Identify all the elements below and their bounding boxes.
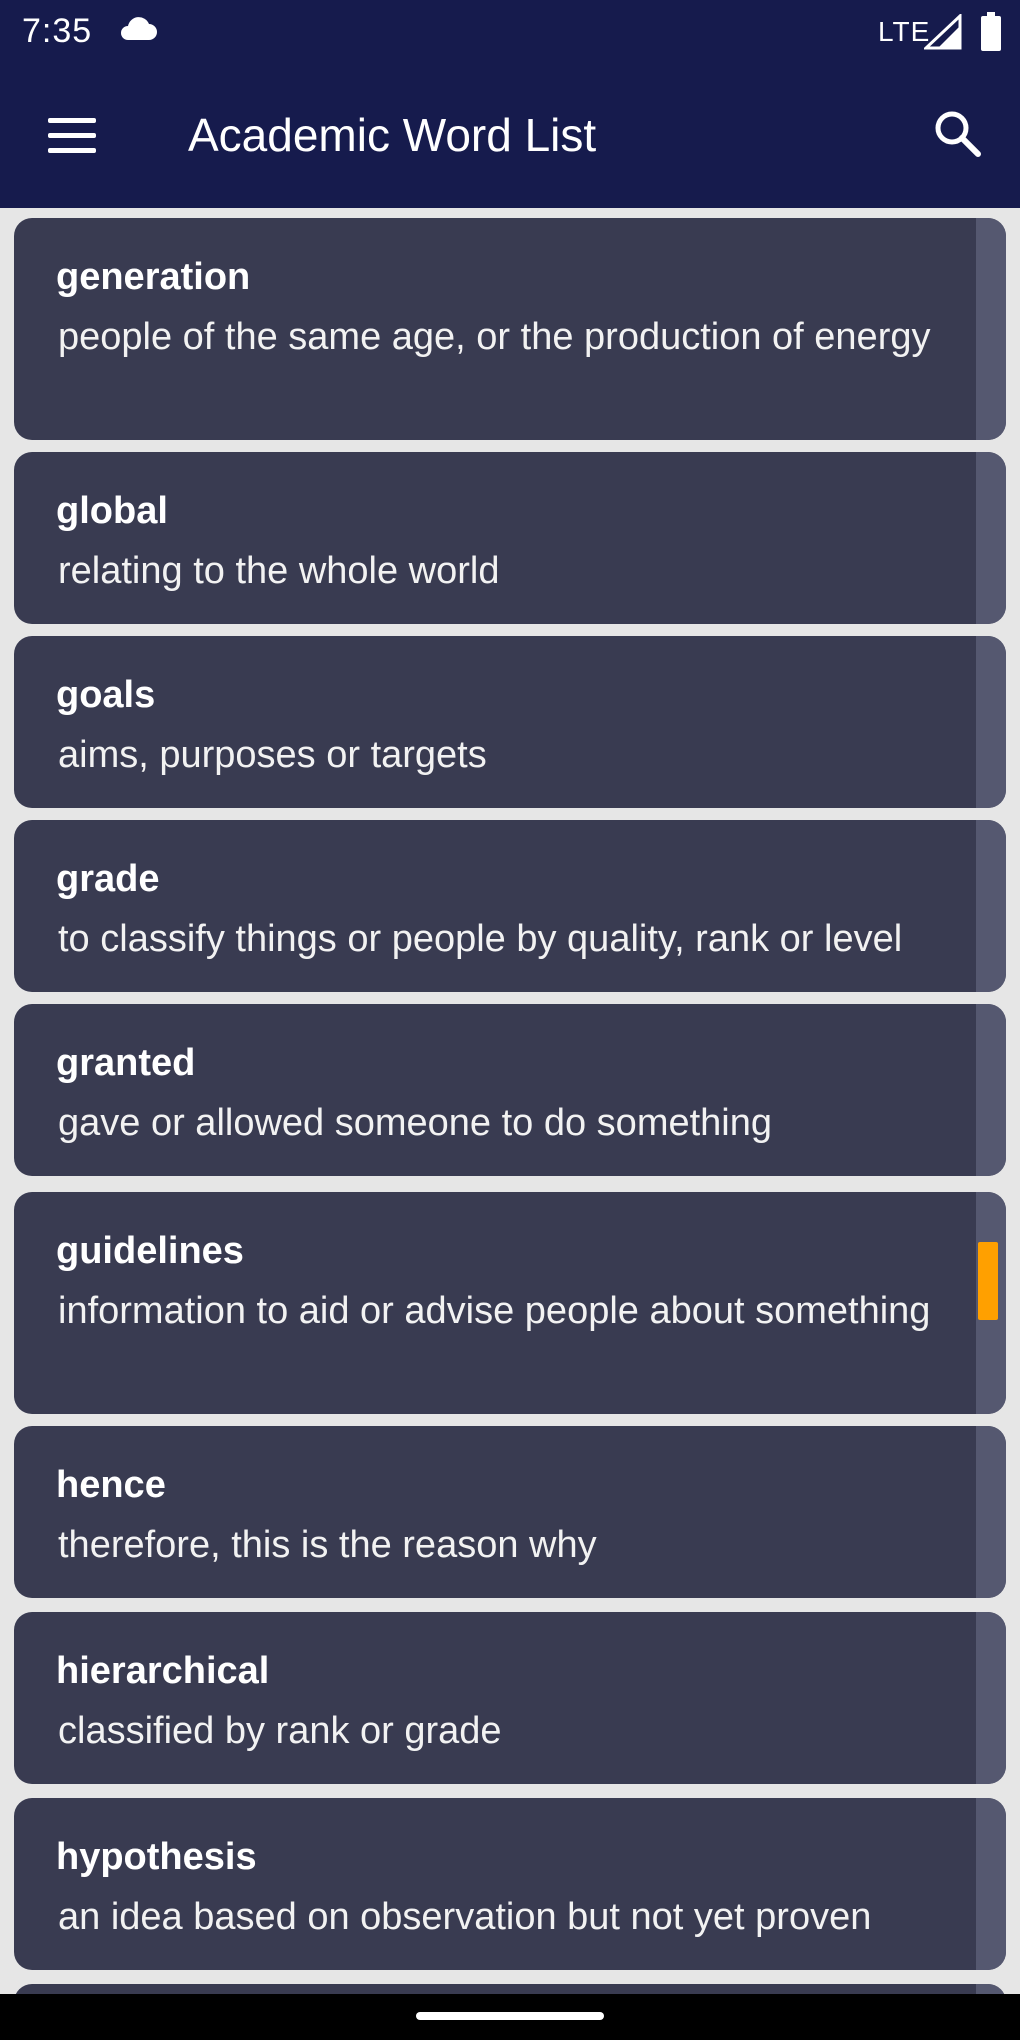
word-card-partial[interactable] [14, 1984, 1006, 1994]
scroll-track-segment [976, 1612, 1006, 1784]
app-bar: Academic Word List [0, 64, 1020, 208]
navigation-bar [0, 1994, 1020, 2040]
word-definition: information to aid or advise people abou… [58, 1290, 931, 1332]
home-gesture-handle[interactable] [416, 2012, 604, 2020]
word-definition: gave or allowed someone to do something [58, 1102, 773, 1144]
word-title: hypothesis [56, 1836, 257, 1878]
word-definition: people of the same age, or the productio… [58, 316, 931, 358]
network-type-label: LTE [878, 16, 931, 47]
scroll-track-segment [976, 452, 1006, 624]
word-title: grade [56, 858, 160, 900]
search-icon[interactable] [928, 104, 988, 164]
word-definition: aims, purposes or targets [58, 734, 487, 776]
signal-icon [924, 14, 962, 50]
word-definition: relating to the whole world [58, 550, 500, 592]
scroll-track-segment [976, 1426, 1006, 1598]
word-card-global[interactable]: global relating to the whole world [14, 452, 1006, 624]
word-title: goals [56, 674, 156, 716]
scroll-track-segment [976, 1984, 1006, 1994]
word-definition: an idea based on observation but not yet… [58, 1896, 872, 1938]
word-card-granted[interactable]: granted gave or allowed someone to do so… [14, 1004, 1006, 1176]
word-card-guidelines[interactable]: guidelines information to aid or advise … [14, 1192, 1006, 1414]
word-definition: therefore, this is the reason why [58, 1524, 597, 1566]
word-title: granted [56, 1042, 196, 1084]
scroll-track-segment [976, 1004, 1006, 1176]
word-card-hierarchical[interactable]: hierarchical classified by rank or grade [14, 1612, 1006, 1784]
word-list[interactable]: generation people of the same age, or th… [0, 208, 1020, 1994]
status-time: 7:35 [22, 12, 93, 50]
status-bar: 7:35 LTE [0, 0, 1020, 64]
word-card-grade[interactable]: grade to classify things or people by qu… [14, 820, 1006, 992]
word-card-goals[interactable]: goals aims, purposes or targets [14, 636, 1006, 808]
scroll-track-segment [976, 820, 1006, 992]
word-title: hence [56, 1464, 166, 1506]
app-title: Academic Word List [188, 109, 597, 161]
word-definition: classified by rank or grade [58, 1710, 502, 1752]
scroll-track-segment [976, 636, 1006, 808]
word-card-hence[interactable]: hence therefore, this is the reason why [14, 1426, 1006, 1598]
scroll-track-segment [976, 1798, 1006, 1970]
cloud-icon [121, 17, 157, 40]
hamburger-menu-icon[interactable] [34, 104, 110, 168]
word-card-generation[interactable]: generation people of the same age, or th… [14, 218, 1006, 440]
word-title: hierarchical [56, 1650, 270, 1692]
scrollbar-thumb[interactable] [978, 1242, 998, 1320]
scroll-track-segment [976, 218, 1006, 440]
word-definition: to classify things or people by quality,… [58, 918, 903, 960]
word-title: global [56, 490, 168, 532]
word-title: guidelines [56, 1230, 244, 1272]
word-title: generation [56, 256, 251, 298]
word-card-hypothesis[interactable]: hypothesis an idea based on observation … [14, 1798, 1006, 1970]
battery-icon [981, 12, 1001, 51]
